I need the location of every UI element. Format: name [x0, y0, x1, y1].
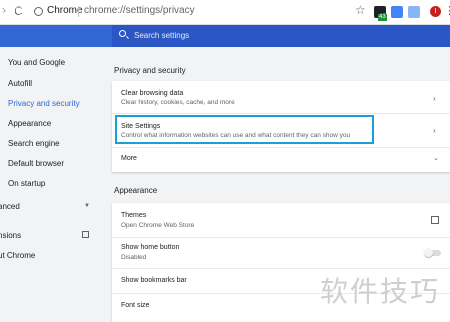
- divider: [112, 237, 450, 238]
- privacy-section-title: Privacy and security: [114, 66, 186, 75]
- font-size-title[interactable]: Font size: [121, 302, 149, 309]
- address-bar[interactable]: chrome://settings/privacy: [84, 5, 195, 16]
- divider: [112, 268, 450, 269]
- sidebar-item-appearance[interactable]: Appearance: [8, 119, 51, 128]
- sidebar-item-about-chrome[interactable]: ut Chrome: [0, 251, 35, 260]
- clear-browsing-data-subtitle: Clear history, cookies, cache, and more: [121, 99, 235, 106]
- themes-title[interactable]: Themes: [121, 212, 146, 219]
- omnibox-separator: [78, 6, 79, 17]
- extension-badge: 43: [378, 14, 387, 21]
- sidebar-item-default-browser[interactable]: Default browser: [8, 159, 64, 168]
- divider: [112, 147, 450, 148]
- chevron-down-icon[interactable]: ⌄: [433, 154, 439, 162]
- bookmark-star-icon[interactable]: ☆: [355, 3, 366, 17]
- extension-icon-2[interactable]: [408, 6, 420, 18]
- home-button-toggle[interactable]: [424, 248, 441, 257]
- divider: [112, 113, 450, 114]
- show-bookmarks-bar-title[interactable]: Show bookmarks bar: [121, 277, 187, 284]
- themes-subtitle: Open Chrome Web Store: [121, 222, 195, 229]
- search-input[interactable]: Search settings: [134, 31, 189, 40]
- show-home-button-subtitle: Disabled: [121, 254, 147, 261]
- chevron-down-icon[interactable]: ▼: [84, 203, 90, 209]
- sidebar-item-advanced[interactable]: anced: [0, 202, 20, 211]
- sidebar-item-autofill[interactable]: Autofill: [8, 79, 32, 88]
- avatar[interactable]: I: [430, 6, 441, 17]
- browser-toolbar: › C Chrome chrome://settings/privacy ☆ 4…: [0, 0, 450, 25]
- site-settings-highlight: [115, 115, 374, 144]
- sidebar-item-privacy[interactable]: Privacy and security: [8, 99, 80, 108]
- sidebar-item-extensions[interactable]: nsions: [0, 231, 21, 240]
- appearance-section-title: Appearance: [114, 186, 158, 195]
- watermark: 软件技巧: [320, 276, 441, 307]
- open-in-new-icon[interactable]: [431, 216, 439, 224]
- sidebar-item-search-engine[interactable]: Search engine: [8, 139, 60, 148]
- more-row-title[interactable]: More: [121, 155, 137, 162]
- clear-browsing-data-title[interactable]: Clear browsing data: [121, 90, 183, 97]
- chevron-right-icon[interactable]: ›: [433, 126, 436, 135]
- search-icon: [119, 30, 126, 37]
- translate-extension-icon[interactable]: [391, 6, 403, 18]
- chevron-right-icon[interactable]: ›: [433, 94, 436, 103]
- sidebar-item-you-and-google[interactable]: You and Google: [8, 58, 65, 67]
- show-home-button-title[interactable]: Show home button: [121, 244, 179, 251]
- page-title: ettings: [0, 5, 30, 16]
- open-in-new-icon[interactable]: [82, 231, 89, 238]
- sidebar-item-on-startup[interactable]: On startup: [8, 179, 45, 188]
- site-info-icon[interactable]: [34, 7, 43, 16]
- more-menu-icon[interactable]: ⋮: [444, 4, 450, 17]
